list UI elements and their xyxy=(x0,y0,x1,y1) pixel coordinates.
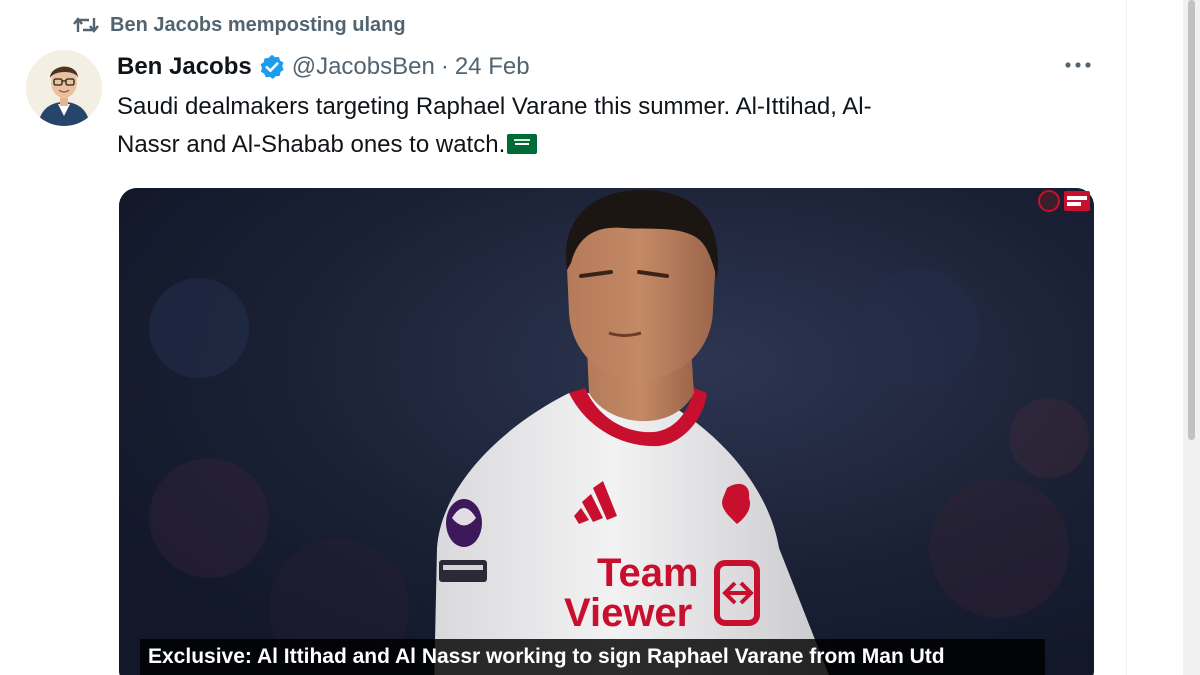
scrollbar-thumb[interactable] xyxy=(1188,0,1195,440)
repost-header[interactable]: Ben Jacobs memposting ulang xyxy=(72,10,406,40)
tweet-header: Ben Jacobs @JacobsBen · 24 Feb xyxy=(117,50,530,84)
repost-icon xyxy=(73,17,99,33)
media-caption: Exclusive: Al Ittihad and Al Nassr worki… xyxy=(140,639,1045,675)
avatar[interactable] xyxy=(26,50,102,126)
separator-dot: · xyxy=(440,53,449,80)
tweet-media-image[interactable]: Team Viewer xyxy=(119,188,1094,675)
broadcaster-logo-icon xyxy=(1038,190,1090,212)
saudi-flag-emoji-icon xyxy=(507,134,538,154)
repost-label: Ben Jacobs memposting ulang xyxy=(110,13,406,36)
tweet-text: Saudi dealmakers targeting Raphael Varan… xyxy=(117,88,1077,164)
display-name[interactable]: Ben Jacobs xyxy=(117,53,252,81)
tweet-date[interactable]: 24 Feb xyxy=(455,53,530,81)
column-divider xyxy=(1126,0,1127,675)
tweet-text-line-1: Saudi dealmakers targeting Raphael Varan… xyxy=(117,93,872,120)
more-options-button[interactable] xyxy=(1058,50,1098,80)
sponsor-line-2: Viewer xyxy=(564,591,692,635)
player-photo: Team Viewer xyxy=(119,188,1094,675)
more-options-icon xyxy=(1065,62,1091,68)
verified-badge-icon[interactable] xyxy=(258,53,286,81)
avatar-image xyxy=(26,50,102,126)
user-handle[interactable]: @JacobsBen xyxy=(292,53,435,81)
tweet-text-line-2: Nassr and Al-Shabab ones to watch. xyxy=(117,131,506,158)
tweet-page: Ben Jacobs memposting ulang Ben Jacobs @… xyxy=(0,0,1200,675)
sponsor-line-1: Team xyxy=(597,551,699,595)
